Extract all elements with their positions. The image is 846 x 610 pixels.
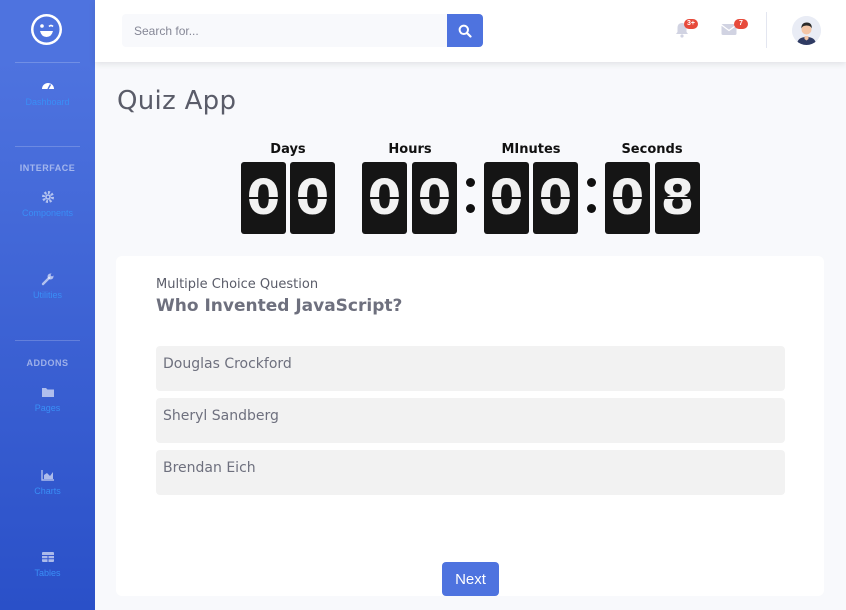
tachometer-icon — [41, 83, 54, 90]
sidebar-item-tables[interactable]: Tables — [0, 550, 95, 578]
sidebar-heading-addons: ADDONS — [26, 358, 69, 368]
timer-digit-minutes-ones: 0 — [533, 162, 578, 234]
sidebar-divider — [15, 340, 80, 341]
sidebar-item-pages[interactable]: Pages — [0, 385, 95, 413]
alerts-dropdown[interactable]: 3+ — [675, 19, 698, 40]
laugh-wink-icon — [33, 16, 60, 43]
timer-digit-minutes-tens: 0 — [484, 162, 529, 234]
sidebar-item-utilities[interactable]: Utilities — [0, 272, 95, 300]
question-type-label: Multiple Choice Question — [156, 277, 319, 292]
timer-digit-hours-ones: 0 — [412, 162, 457, 234]
quiz-card: Multiple Choice Question Who Invented Ja… — [116, 256, 824, 596]
alerts-badge: 3+ — [684, 19, 698, 29]
search-input[interactable] — [122, 14, 447, 47]
sidebar-item-label: Charts — [34, 486, 61, 496]
sidebar-item-label: Utilities — [32, 290, 62, 300]
timer-digit-hours-tens: 0 — [362, 162, 407, 234]
timer-digit-days-tens: 0 — [241, 162, 286, 234]
sidebar-item-label: Pages — [34, 403, 61, 413]
page-title: Quiz App — [117, 86, 237, 116]
answer-option[interactable]: Douglas Crockford — [156, 346, 785, 391]
sidebar-divider — [15, 62, 80, 63]
sidebar-item-dashboard[interactable]: Dashboard — [0, 79, 95, 107]
topbar: 3+ 7 — [95, 0, 846, 62]
answer-option[interactable]: Brendan Eich — [156, 450, 785, 495]
user-avatar-icon — [792, 16, 821, 45]
countdown-timer: Days Hours MInutes Seconds 0 0 0 0 0 0 0… — [0, 140, 846, 240]
brand-logo[interactable] — [31, 14, 62, 45]
wrench-icon — [41, 273, 53, 286]
timer-digit-seconds-tens: 0 — [605, 162, 650, 234]
next-button[interactable]: Next — [442, 562, 499, 596]
timer-label-days: Days — [270, 142, 306, 157]
avatar[interactable] — [792, 16, 821, 45]
timer-label-seconds: Seconds — [621, 142, 683, 157]
messages-badge: 7 — [734, 19, 748, 29]
timer-colon — [466, 178, 475, 218]
messages-dropdown[interactable]: 7 — [721, 19, 748, 40]
timer-label-hours: Hours — [388, 142, 432, 157]
sidebar-item-charts[interactable]: Charts — [0, 468, 95, 496]
folder-icon — [41, 388, 54, 397]
timer-colon — [587, 178, 596, 218]
search-button[interactable] — [447, 14, 483, 47]
sidebar: Dashboard INTERFACE Components Utilities… — [0, 0, 95, 610]
question-text: Who Invented JavaScript? — [156, 296, 403, 316]
topbar-divider — [766, 12, 767, 48]
chart-area-icon — [40, 470, 54, 481]
timer-digit-seconds-ones: 8 — [655, 162, 700, 234]
answer-option[interactable]: Sheryl Sandberg — [156, 398, 785, 443]
search-icon — [458, 24, 472, 38]
sidebar-item-label: Dashboard — [25, 97, 70, 107]
timer-digit-days-ones: 0 — [290, 162, 335, 234]
table-icon — [41, 552, 54, 562]
timer-label-minutes: MInutes — [501, 142, 561, 157]
sidebar-item-label: Tables — [34, 568, 61, 578]
